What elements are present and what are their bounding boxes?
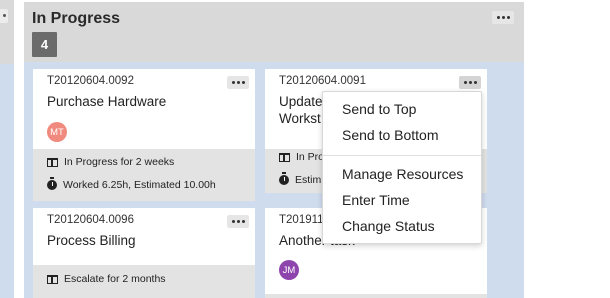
ellipsis-icon <box>3 14 6 17</box>
avatar[interactable]: JM <box>279 260 299 280</box>
ellipsis-icon <box>231 81 235 84</box>
stopwatch-icon <box>279 172 289 185</box>
task-status: Escalate for 2 months <box>64 273 166 285</box>
menu-item-send-to-top[interactable]: Send to Top <box>342 101 416 117</box>
task-id: T201911 <box>279 214 324 226</box>
column-more-button[interactable] <box>492 11 514 24</box>
task-id: T20120604.0091 <box>279 75 366 87</box>
column-header: In Progress 4 <box>24 2 524 62</box>
board-icon <box>47 274 58 284</box>
previous-column-header <box>0 0 14 64</box>
card-footer <box>265 294 487 298</box>
menu-item-enter-time[interactable]: Enter Time <box>342 192 410 208</box>
card-footer: In Progress for 2 weeks Worked 6.25h, Es… <box>33 149 255 201</box>
ellipsis-icon <box>496 16 500 19</box>
avatar[interactable]: MT <box>47 122 67 142</box>
task-title: Process Billing <box>47 233 136 248</box>
task-id: T20120604.0092 <box>47 75 134 87</box>
task-time: Worked 6.25h, Estimated 10.00h <box>63 179 216 191</box>
previous-column-more-button[interactable] <box>0 9 8 23</box>
previous-column <box>0 0 14 298</box>
menu-item-manage-resources[interactable]: Manage Resources <box>342 166 463 182</box>
menu-item-send-to-bottom[interactable]: Send to Bottom <box>342 127 439 143</box>
ellipsis-icon <box>231 220 235 223</box>
menu-divider <box>323 155 481 156</box>
board-icon <box>47 157 58 167</box>
card-more-button[interactable] <box>459 76 481 89</box>
board-icon <box>279 152 290 162</box>
stopwatch-icon <box>47 177 57 190</box>
column-count-badge: 4 <box>32 32 57 57</box>
column-title: In Progress <box>32 10 121 27</box>
task-title-line-2: Workst <box>279 111 321 126</box>
task-title: Update <box>279 94 323 109</box>
card-footer: Escalate for 2 months <box>33 265 255 298</box>
card-more-button[interactable] <box>227 76 249 89</box>
card-context-menu: Send to Top Send to Bottom Manage Resour… <box>322 91 482 244</box>
task-status: In Progress for 2 weeks <box>64 156 175 168</box>
card-more-button[interactable] <box>227 215 249 228</box>
ellipsis-icon <box>463 81 467 84</box>
menu-item-change-status[interactable]: Change Status <box>342 218 435 234</box>
task-card[interactable]: T20120604.0096 Process Billing Escalate … <box>33 208 255 298</box>
task-title: Purchase Hardware <box>47 94 167 109</box>
task-card[interactable]: T20120604.0092 Purchase Hardware MT In P… <box>33 69 255 201</box>
task-status: In Pro <box>296 151 325 163</box>
task-time: Estim <box>295 174 322 186</box>
task-id: T20120604.0096 <box>47 214 134 226</box>
